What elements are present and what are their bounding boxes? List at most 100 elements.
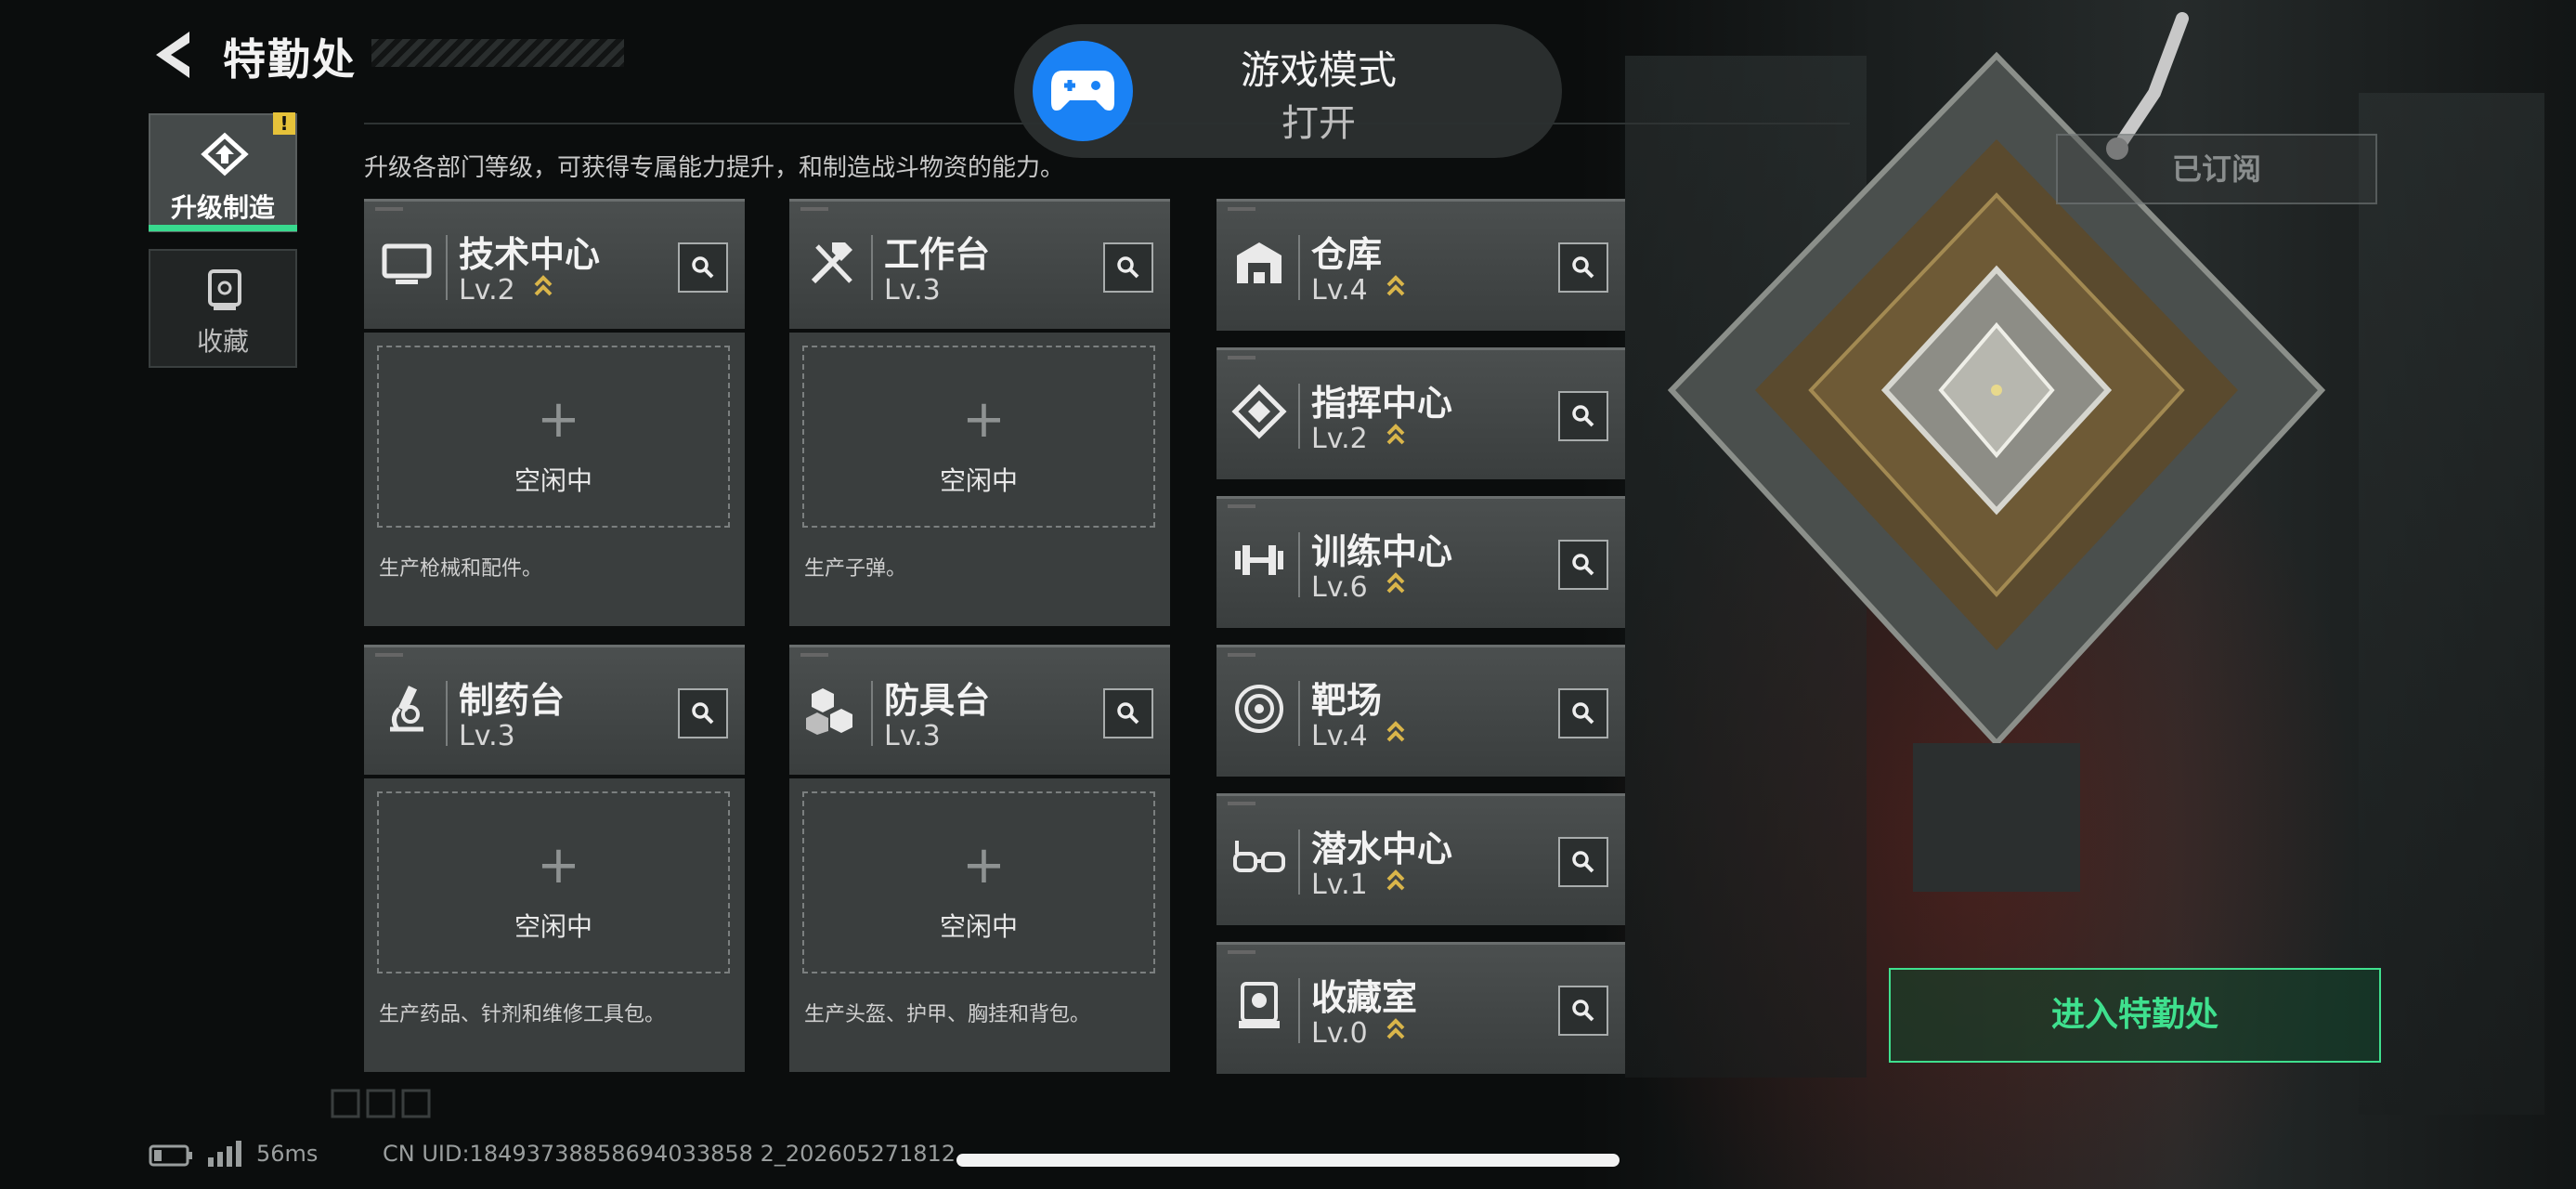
- department-name: 潜水中心: [1311, 829, 1453, 869]
- page-title: 特勤处: [223, 34, 357, 85]
- card-tag: [800, 207, 828, 211]
- production-slot[interactable]: + 空闲中: [802, 791, 1155, 973]
- card-tag: [1228, 504, 1255, 508]
- facility-description: 生产枪械和配件。: [379, 557, 543, 581]
- card-tag: [1228, 207, 1255, 211]
- search-button[interactable]: [1558, 837, 1608, 887]
- facility-description: 生产药品、针剂和维修工具包。: [379, 1003, 666, 1026]
- back-arrow-icon[interactable]: [149, 28, 197, 82]
- facility-card-armor-bench[interactable]: 防具台 Lv.3: [789, 645, 1170, 775]
- subscribed-button[interactable]: 已订阅: [2056, 134, 2377, 204]
- tab-collection[interactable]: 收藏: [149, 249, 297, 368]
- department-card-command-center[interactable]: 指挥中心 Lv.2: [1216, 347, 1625, 479]
- card-tag: [375, 207, 403, 211]
- icon-divider: [446, 681, 448, 746]
- facility-level: Lv.3: [884, 720, 941, 752]
- target-icon: [1235, 685, 1283, 733]
- facility-name: 防具台: [884, 680, 991, 721]
- icon-divider: [1298, 532, 1300, 597]
- warehouse-icon: [1237, 242, 1281, 283]
- signal-icon: [208, 1141, 241, 1167]
- command-icon: [1231, 384, 1287, 439]
- tools-icon: [811, 242, 852, 284]
- search-icon: [692, 702, 714, 725]
- department-name: 仓库: [1311, 234, 1383, 275]
- card-tag: [1228, 653, 1255, 657]
- department-level: Lv.1: [1311, 869, 1368, 901]
- icon-divider: [1298, 681, 1300, 746]
- facility-name: 制药台: [459, 680, 566, 721]
- add-slot-plus: +: [962, 389, 1006, 450]
- search-button[interactable]: [1103, 688, 1153, 738]
- add-slot-plus: +: [537, 389, 580, 450]
- slot-status: 空闲中: [939, 465, 1018, 496]
- department-card-shooting-range[interactable]: 靶场 Lv.4: [1216, 645, 1625, 777]
- production-slot[interactable]: + 空闲中: [377, 346, 730, 528]
- gamepad-icon: [1051, 71, 1114, 111]
- card-tag: [1228, 356, 1255, 359]
- slot-status: 空闲中: [939, 911, 1018, 942]
- department-name: 靶场: [1311, 680, 1383, 721]
- search-icon: [1117, 702, 1139, 725]
- microscope-icon: [390, 686, 423, 732]
- icon-divider: [1298, 830, 1300, 895]
- production-slot[interactable]: + 空闲中: [802, 346, 1155, 528]
- facility-card-pharmacy[interactable]: 制药台 Lv.3: [364, 645, 745, 775]
- search-icon: [1572, 851, 1594, 873]
- facility-name: 技术中心: [459, 234, 601, 275]
- upgrade-chevron-icon: [1386, 572, 1405, 594]
- search-button[interactable]: [1558, 242, 1608, 293]
- cubes-icon: [806, 688, 852, 735]
- department-level: Lv.0: [1311, 1017, 1368, 1050]
- search-icon: [1572, 1000, 1594, 1022]
- department-card-warehouse[interactable]: 仓库 Lv.4: [1216, 199, 1625, 331]
- department-level: Lv.4: [1311, 720, 1368, 752]
- goggles-icon: [1233, 841, 1285, 872]
- tab-label: 升级制造: [170, 192, 275, 223]
- department-card-collection-room[interactable]: 收藏室 Lv.0: [1216, 942, 1625, 1074]
- facility-card-tech-center[interactable]: 技术中心 Lv.2: [364, 199, 745, 329]
- gamepad-badge: [1033, 41, 1133, 141]
- department-level: Lv.4: [1311, 274, 1368, 307]
- facility-level: Lv.3: [884, 274, 941, 307]
- facility-card-workbench[interactable]: 工作台 Lv.3: [789, 199, 1170, 329]
- tab-label: 收藏: [196, 326, 249, 357]
- title-stripe-decoration: [371, 39, 624, 67]
- search-button[interactable]: [1558, 391, 1608, 441]
- active-tab-indicator: [149, 225, 297, 231]
- enter-special-ops-button[interactable]: 进入特勤处: [1889, 968, 2381, 1063]
- collection-icon: [1239, 982, 1280, 1028]
- search-button[interactable]: [1103, 242, 1153, 293]
- production-slot[interactable]: + 空闲中: [377, 791, 730, 973]
- add-slot-plus: +: [962, 835, 1006, 895]
- icon-divider: [446, 235, 448, 300]
- department-name: 收藏室: [1311, 977, 1418, 1018]
- home-indicator[interactable]: [956, 1154, 1620, 1167]
- icon-divider: [871, 681, 873, 746]
- card-tag: [1228, 950, 1255, 954]
- search-button[interactable]: [678, 688, 728, 738]
- search-button[interactable]: [678, 242, 728, 293]
- icon-divider: [1298, 235, 1300, 300]
- department-name: 指挥中心: [1311, 383, 1453, 424]
- search-icon: [1572, 256, 1594, 279]
- search-icon: [692, 256, 714, 279]
- dumbbell-icon: [1235, 545, 1283, 575]
- facility-level: Lv.2: [459, 274, 515, 307]
- icon-divider: [871, 235, 873, 300]
- card-tag: [1228, 802, 1255, 805]
- upgrade-chevron-icon: [1386, 1018, 1405, 1039]
- search-icon: [1572, 554, 1594, 576]
- add-slot-plus: +: [537, 835, 580, 895]
- department-card-diving-center[interactable]: 潜水中心 Lv.1: [1216, 793, 1625, 925]
- department-name: 训练中心: [1311, 531, 1453, 572]
- search-button[interactable]: [1558, 688, 1608, 738]
- search-button[interactable]: [1558, 540, 1608, 590]
- icon-divider: [1298, 978, 1300, 1043]
- collection-tab-icon: [208, 269, 241, 310]
- search-icon: [1572, 405, 1594, 427]
- search-button[interactable]: [1558, 986, 1608, 1036]
- department-card-training-center[interactable]: 训练中心 Lv.6: [1216, 496, 1625, 628]
- upgrade-chevron-icon: [1386, 424, 1405, 445]
- icon-divider: [1298, 384, 1300, 449]
